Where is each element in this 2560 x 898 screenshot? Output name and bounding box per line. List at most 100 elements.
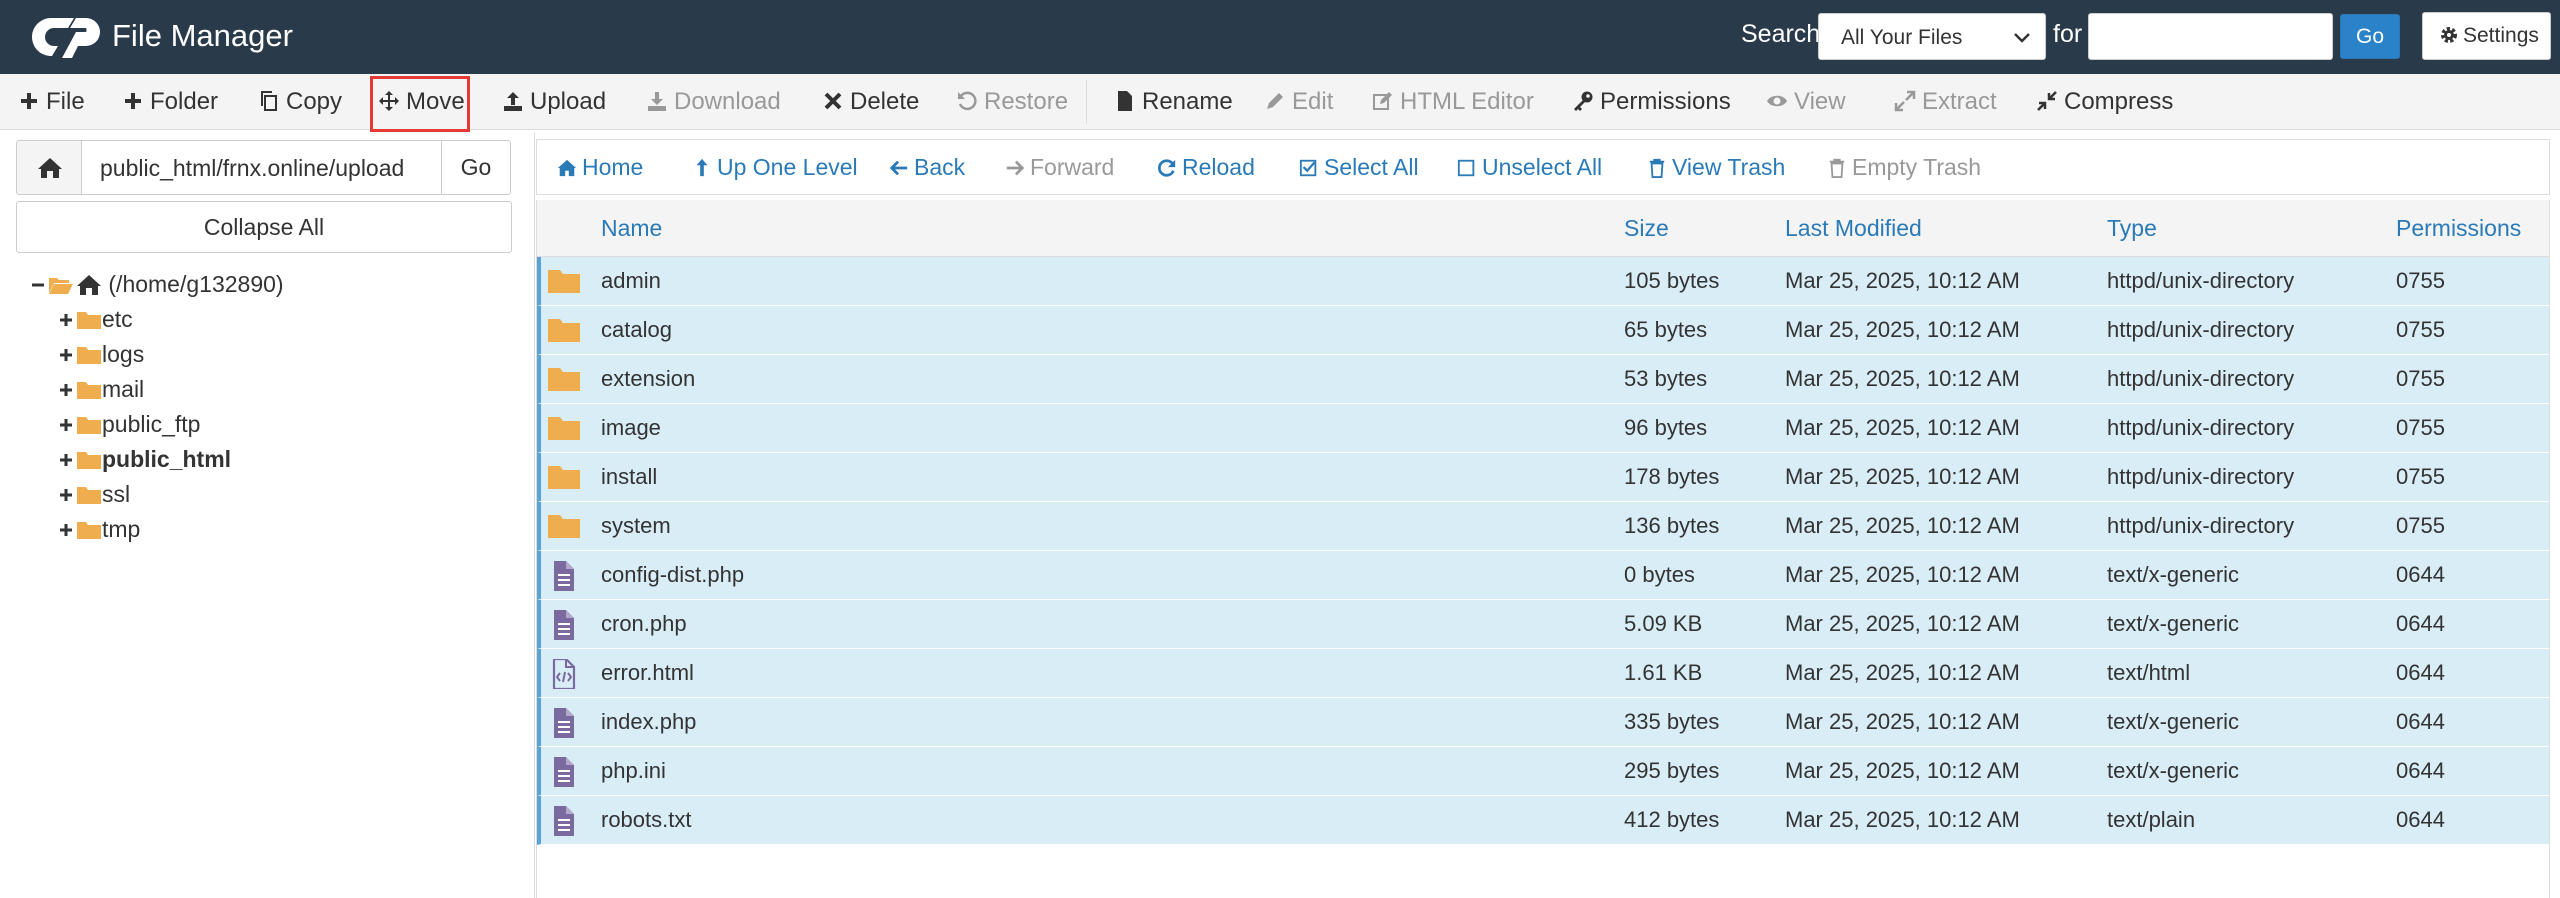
column-modified-header[interactable]: Last Modified — [1785, 200, 1922, 257]
settings-button[interactable]: Settings — [2422, 12, 2551, 60]
table-row[interactable]: robots.txt 412 bytes Mar 25, 2025, 10:12 A… — [537, 796, 2549, 845]
tree-item[interactable]: public_ftp — [58, 411, 200, 443]
file-name[interactable]: system — [601, 502, 671, 550]
folder-icon — [548, 417, 580, 440]
arrow-right-icon — [1006, 160, 1025, 176]
restore-button[interactable]: Restore — [956, 74, 1068, 130]
edit-button[interactable]: Edit — [1264, 74, 1333, 130]
panel-divider — [534, 132, 535, 898]
plus-icon[interactable] — [58, 522, 74, 538]
file-modified: Mar 25, 2025, 10:12 AM — [1785, 513, 2020, 538]
tree-item[interactable]: public_html — [58, 446, 231, 478]
file-size: 65 bytes — [1624, 317, 1708, 342]
file-name[interactable]: extension — [601, 355, 695, 403]
checkbox-checked-icon — [1299, 159, 1317, 177]
unselect-all-button[interactable]: Unselect All — [1457, 140, 1602, 194]
file-name[interactable]: admin — [601, 257, 661, 305]
cpanel-logo-icon[interactable] — [30, 12, 106, 62]
search-input[interactable] — [2088, 13, 2333, 60]
table-row[interactable]: php.ini 295 bytes Mar 25, 2025, 10:12 AM te… — [537, 747, 2549, 796]
column-type-header[interactable]: Type — [2107, 200, 2157, 257]
table-row[interactable]: cron.php 5.09 KB Mar 25, 2025, 10:12 AM tex… — [537, 600, 2549, 649]
file-modified: Mar 25, 2025, 10:12 AM — [1785, 366, 2020, 391]
path-go-button[interactable]: Go — [441, 140, 511, 195]
path-home-button[interactable] — [16, 140, 82, 195]
plus-icon[interactable] — [58, 417, 74, 433]
empty-trash-button[interactable]: Empty Trash — [1827, 140, 1981, 194]
tree-item-label: logs — [102, 341, 145, 367]
view-button[interactable]: View — [1766, 74, 1846, 130]
rename-button[interactable]: Rename — [1114, 74, 1233, 130]
forward-button[interactable]: Forward — [1005, 140, 1114, 194]
table-row[interactable]: system 136 bytes Mar 25, 2025, 10:12 AM htt… — [537, 502, 2549, 551]
reload-button[interactable]: Reload — [1157, 140, 1255, 194]
table-row[interactable]: error.html 1.61 KB Mar 25, 2025, 10:12 AM t… — [537, 649, 2549, 698]
up-label: Up One Level — [717, 154, 858, 180]
column-size-header[interactable]: Size — [1624, 200, 1669, 257]
back-button[interactable]: Back — [889, 140, 965, 194]
settings-label: Settings — [2463, 24, 2539, 47]
arrow-left-icon — [889, 160, 908, 176]
table-row[interactable]: extension 53 bytes Mar 25, 2025, 10:12 AM h… — [537, 355, 2549, 404]
folder-icon — [548, 368, 580, 391]
rename-label: Rename — [1142, 88, 1233, 115]
tree-item[interactable]: logs — [58, 341, 144, 373]
download-button[interactable]: Download — [646, 74, 781, 130]
column-permissions-header[interactable]: Permissions — [2396, 200, 2521, 257]
upload-button[interactable]: Upload — [502, 74, 606, 130]
plus-icon[interactable] — [58, 312, 74, 328]
file-type: text/x-generic — [2107, 611, 2240, 636]
upload-icon — [504, 92, 522, 111]
select-all-button[interactable]: Select All — [1299, 140, 1419, 194]
file-name[interactable]: cron.php — [601, 600, 687, 648]
table-row[interactable]: image 96 bytes Mar 25, 2025, 10:12 AM httpd… — [537, 404, 2549, 453]
permissions-button[interactable]: Permissions — [1572, 74, 1731, 130]
view-trash-button[interactable]: View Trash — [1647, 140, 1785, 194]
file-modified: Mar 25, 2025, 10:12 AM — [1785, 758, 2020, 783]
home-button[interactable]: Home — [557, 140, 643, 194]
search-go-button[interactable]: Go — [2340, 14, 2400, 59]
file-name[interactable]: catalog — [601, 306, 672, 354]
new-file-button[interactable]: File — [18, 74, 85, 130]
tree-item[interactable]: ssl — [58, 481, 130, 513]
file-name[interactable]: php.ini — [601, 747, 666, 795]
plus-icon[interactable] — [58, 347, 74, 363]
file-permissions: 0755 — [2396, 464, 2445, 489]
file-permissions: 0644 — [2396, 807, 2445, 832]
file-modified: Mar 25, 2025, 10:12 AM — [1785, 611, 2020, 636]
home-icon — [557, 159, 577, 177]
tree-root[interactable]: (/home/g132890) — [30, 271, 284, 303]
new-folder-button[interactable]: Folder — [122, 74, 218, 130]
plus-icon[interactable] — [58, 452, 74, 468]
tree-item[interactable]: mail — [58, 376, 144, 408]
table-row[interactable]: install 178 bytes Mar 25, 2025, 10:12 AM ht… — [537, 453, 2549, 502]
path-input[interactable]: public_html/frnx.online/upload — [81, 140, 442, 195]
up-one-level-button[interactable]: Up One Level — [692, 140, 858, 194]
table-row[interactable]: admin 105 bytes Mar 25, 2025, 10:12 AM http… — [537, 257, 2549, 306]
undo-icon — [958, 91, 977, 111]
plus-icon[interactable] — [58, 382, 74, 398]
file-name[interactable]: config-dist.php — [601, 551, 744, 599]
extract-button[interactable]: Extract — [1894, 74, 1997, 130]
delete-button[interactable]: Delete — [822, 74, 919, 130]
table-row[interactable]: config-dist.php 0 bytes Mar 25, 2025, 10:1… — [537, 551, 2549, 600]
minus-icon[interactable] — [30, 277, 46, 293]
file-name[interactable]: index.php — [601, 698, 696, 746]
plus-icon[interactable] — [58, 487, 74, 503]
file-name[interactable]: error.html — [601, 649, 694, 697]
folder-icon — [77, 382, 101, 399]
table-row[interactable]: index.php 335 bytes Mar 25, 2025, 10:12 AM… — [537, 698, 2549, 747]
compress-label: Compress — [2064, 88, 2174, 115]
file-name[interactable]: install — [601, 453, 657, 501]
file-name[interactable]: image — [601, 404, 661, 452]
search-scope-select[interactable]: All Your Files — [1818, 13, 2046, 60]
table-row[interactable]: catalog 65 bytes Mar 25, 2025, 10:12 AM htt… — [537, 306, 2549, 355]
column-name-header[interactable]: Name — [601, 200, 662, 257]
tree-item[interactable]: etc — [58, 306, 133, 338]
collapse-all-button[interactable]: Collapse All — [16, 201, 512, 253]
copy-button[interactable]: Copy — [258, 74, 342, 130]
compress-button[interactable]: Compress — [2036, 74, 2173, 130]
tree-item[interactable]: tmp — [58, 516, 140, 548]
html-editor-button[interactable]: HTML Editor — [1372, 74, 1534, 130]
file-name[interactable]: robots.txt — [601, 796, 691, 844]
